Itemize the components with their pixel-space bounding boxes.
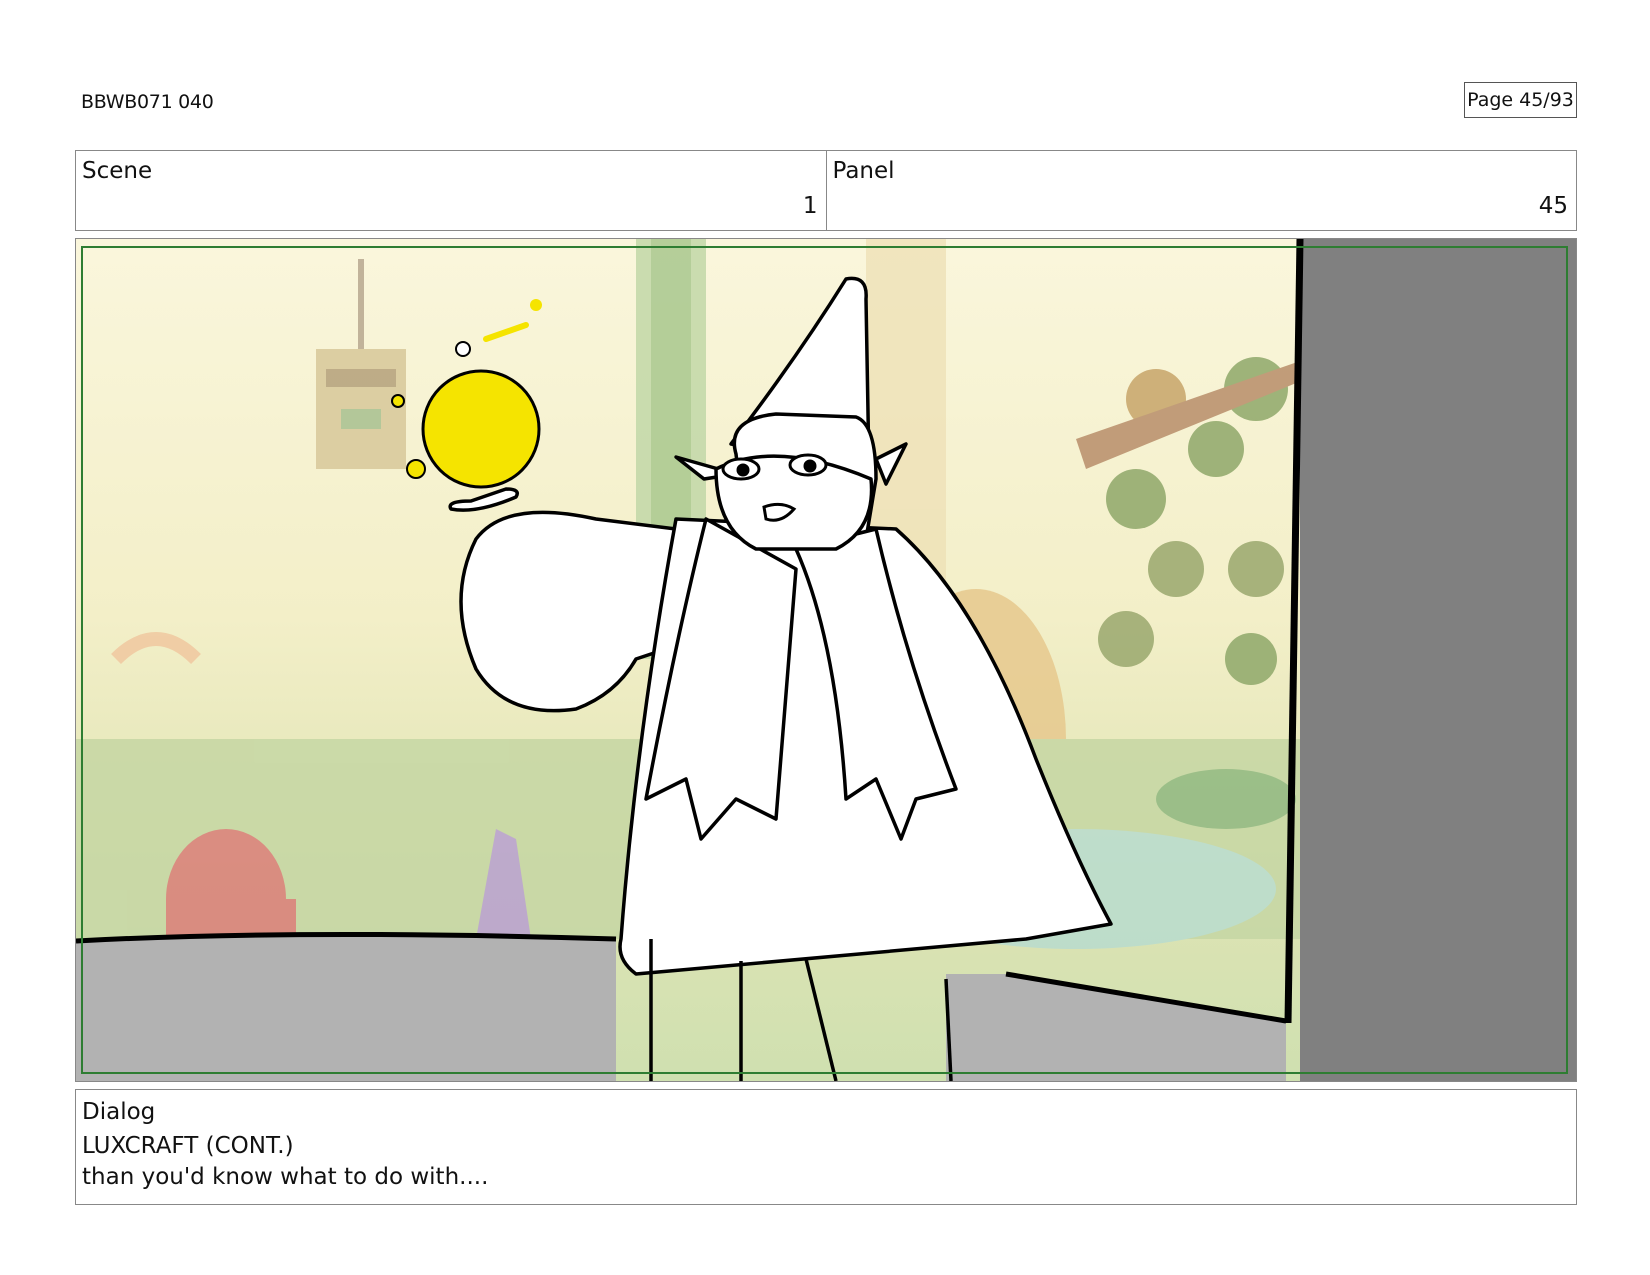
scene-label: Scene xyxy=(82,158,153,184)
scene-panel-header: Scene 1 Panel 45 xyxy=(75,150,1577,231)
dialog-label: Dialog xyxy=(82,1099,156,1125)
storyboard-frame xyxy=(75,238,1577,1082)
dialog-character: LUXCRAFT (CONT.) xyxy=(82,1133,294,1159)
wall xyxy=(1300,239,1576,1081)
dialog-box: Dialog LUXCRAFT (CONT.) than you'd know … xyxy=(75,1089,1577,1205)
scene-number: 1 xyxy=(802,193,818,219)
panel-cell: Panel 45 xyxy=(825,151,1577,230)
panel-label: Panel xyxy=(832,158,895,184)
dialog-text: than you'd know what to do with.... xyxy=(82,1164,489,1190)
panel-number: 45 xyxy=(1538,193,1568,219)
page-number: Page 45/93 xyxy=(1464,82,1577,118)
storyboard-illustration xyxy=(76,239,1576,1081)
floor-left xyxy=(76,934,616,1081)
document-id: BBWB071 040 xyxy=(81,91,214,113)
scene-cell: Scene 1 xyxy=(76,151,826,230)
